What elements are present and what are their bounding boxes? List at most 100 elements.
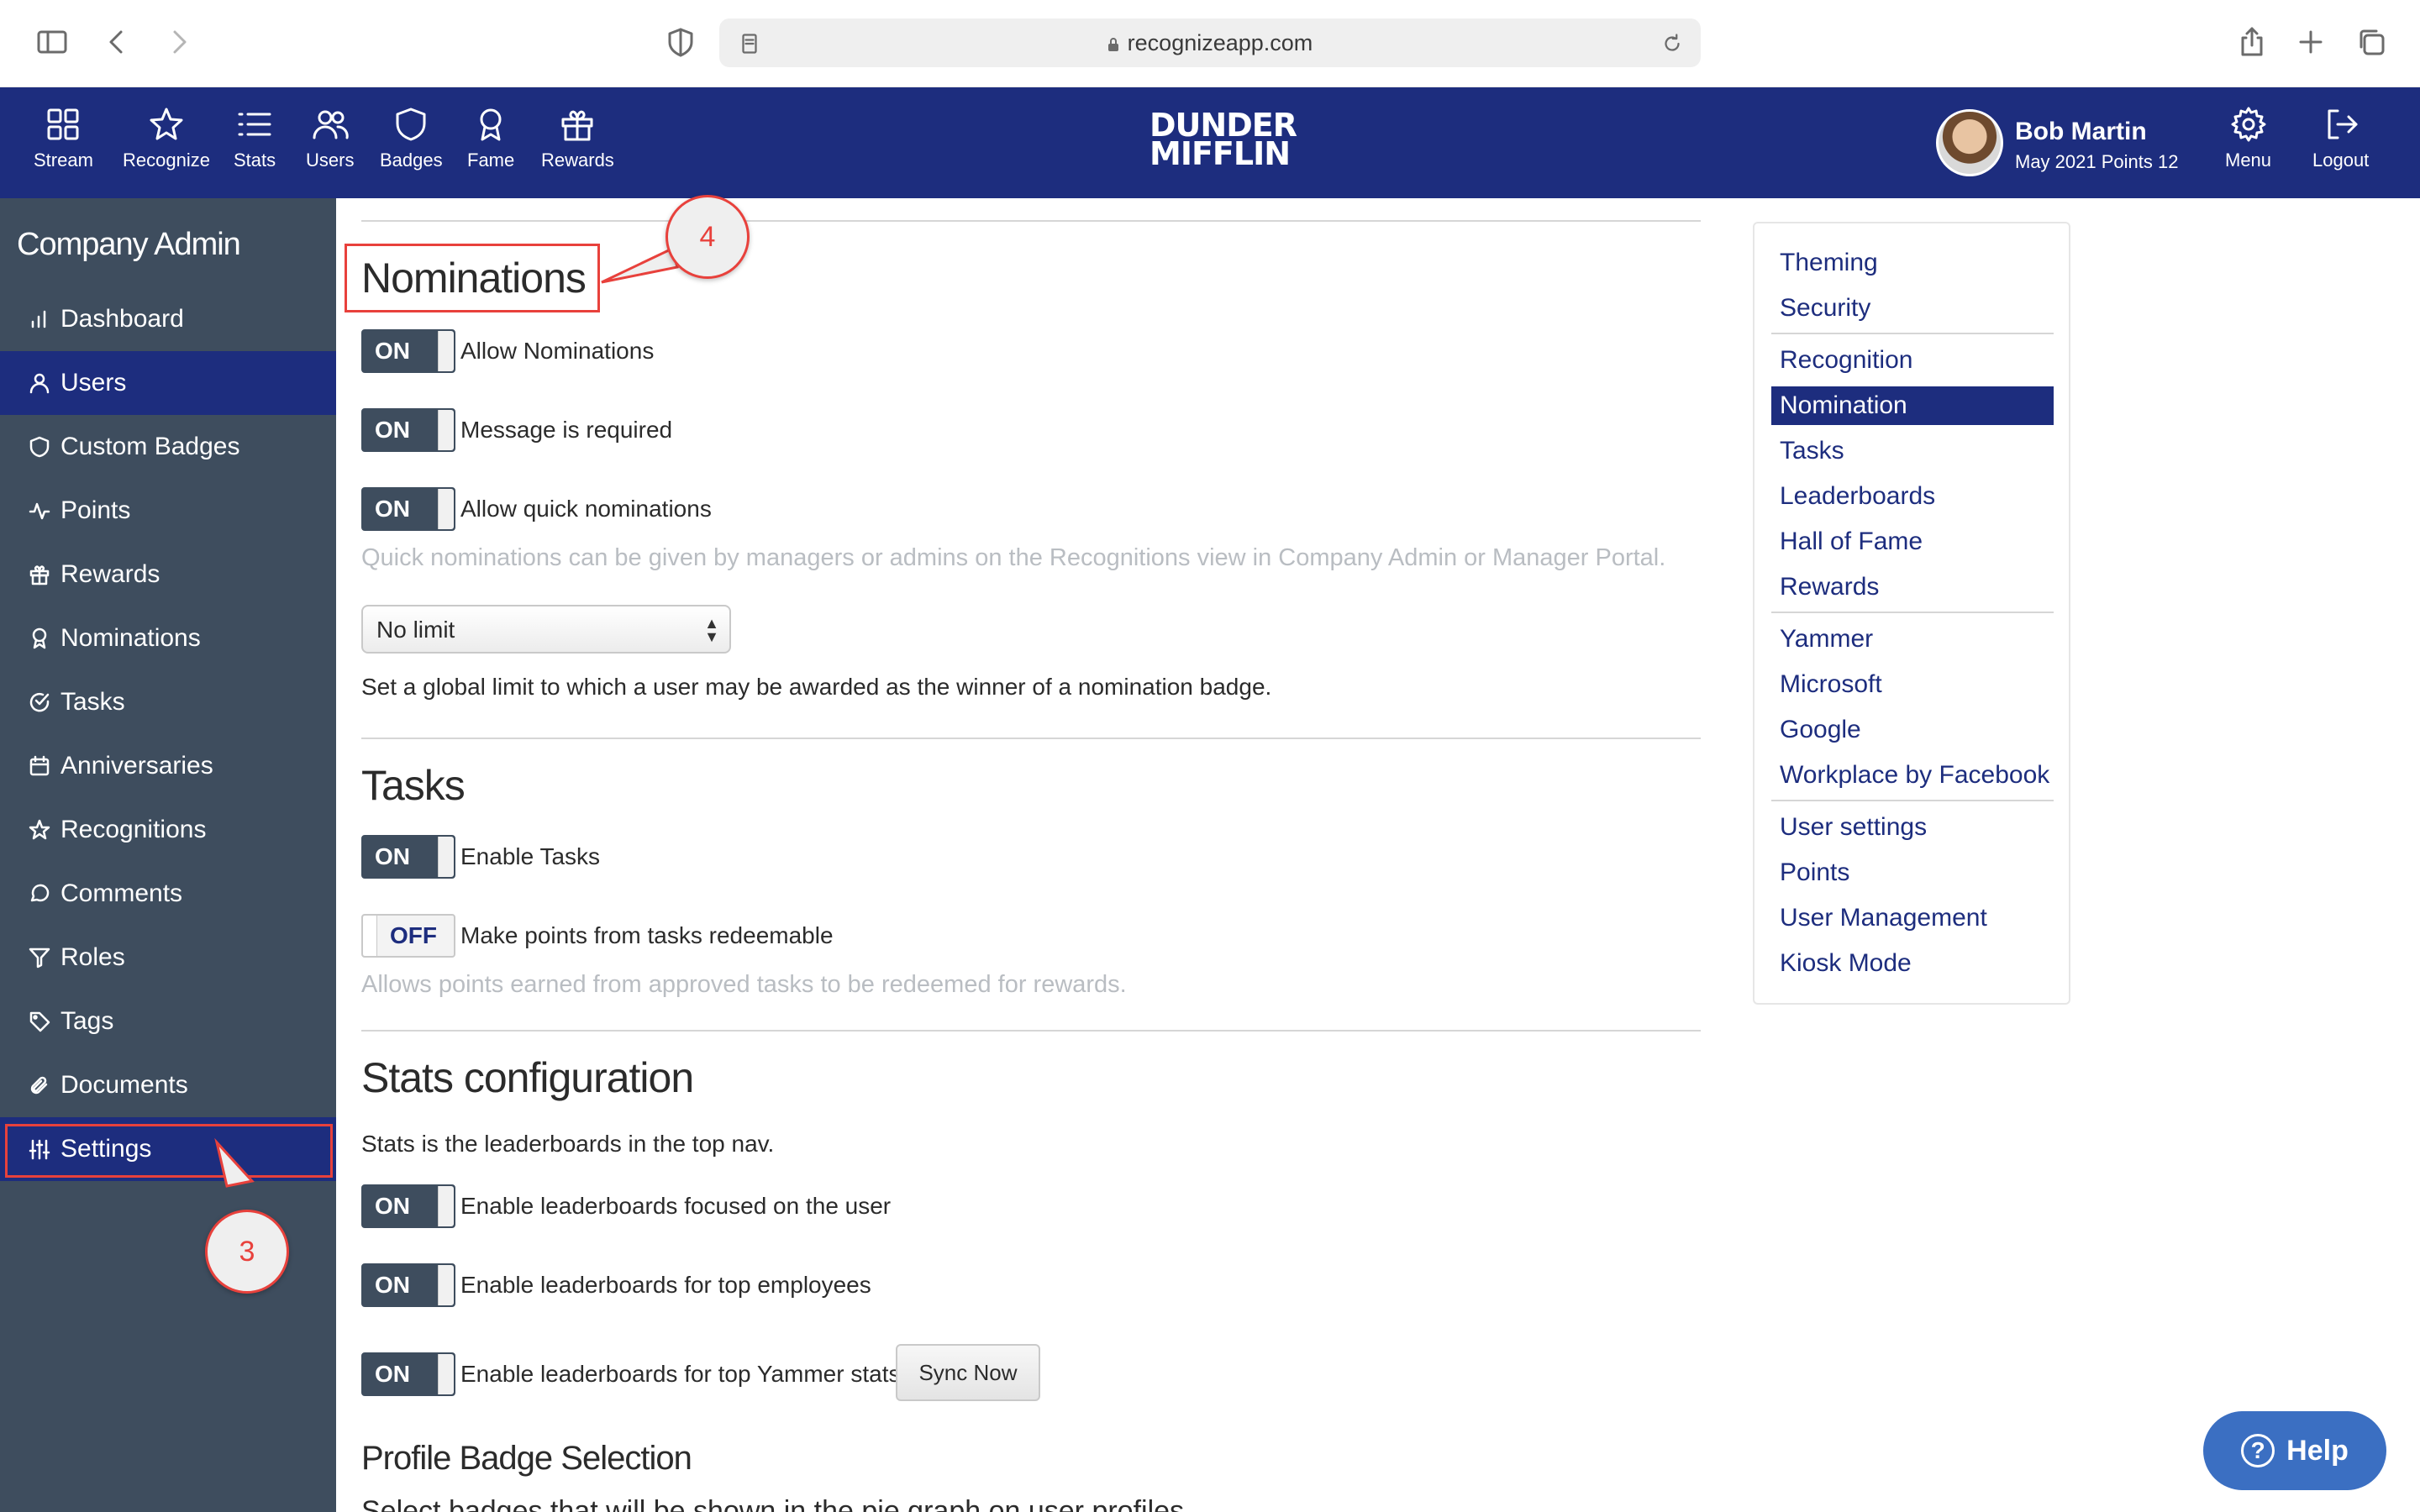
settings-nav-recognition[interactable]: Recognition xyxy=(1771,341,2054,380)
url-bar[interactable]: recognizeapp.com xyxy=(719,18,1701,67)
sidebar-item-label: Comments xyxy=(60,879,183,907)
settings-nav-workplace-by-facebook[interactable]: Workplace by Facebook xyxy=(1771,756,2054,795)
back-icon[interactable] xyxy=(97,22,138,62)
tasks-redeemable-toggle[interactable]: OFF xyxy=(361,914,455,958)
url-display: recognizeapp.com xyxy=(719,30,1701,56)
settings-nav-user-management[interactable]: User Management xyxy=(1771,899,2054,937)
sidebar-item-anniversaries[interactable]: Anniversaries xyxy=(0,734,336,798)
lock-icon xyxy=(1107,38,1118,51)
select-value: No limit xyxy=(376,617,455,643)
dunder-mifflin-logo[interactable]: DUNDER MIFFLIN xyxy=(1150,109,1297,172)
settings-nav-user-settings[interactable]: User settings xyxy=(1771,808,2054,847)
settings-nav-theming[interactable]: Theming xyxy=(1771,244,2054,282)
nav-label: Rewards xyxy=(541,150,614,171)
quick-nominations-label: Allow quick nominations xyxy=(460,496,712,522)
new-tab-icon[interactable] xyxy=(2291,22,2331,62)
award-icon xyxy=(32,627,47,649)
nomination-limit-help: Set a global limit to which a user may b… xyxy=(361,674,1272,700)
share-icon[interactable] xyxy=(2232,22,2272,62)
nav-fame[interactable]: Fame xyxy=(467,106,514,186)
quick-nominations-help: Quick nominations can be given by manage… xyxy=(361,544,1666,571)
sidebar-item-roles[interactable]: Roles xyxy=(0,926,336,990)
reload-icon[interactable] xyxy=(1652,24,1692,64)
nav-badges[interactable]: Badges xyxy=(380,106,443,186)
settings-nav-google[interactable]: Google xyxy=(1771,711,2054,749)
nav-users[interactable]: Users xyxy=(306,106,354,186)
message-required-toggle[interactable]: ON xyxy=(361,408,455,452)
nav-label: Badges xyxy=(380,150,443,171)
nomination-limit-select[interactable]: No limit ▲ ▼ xyxy=(361,605,731,654)
stats-config-desc: Stats is the leaderboards in the top nav… xyxy=(361,1131,775,1157)
settings-nav-tasks[interactable]: Tasks xyxy=(1771,432,2054,470)
divider xyxy=(361,220,1701,222)
settings-nav-leaderboards[interactable]: Leaderboards xyxy=(1771,477,2054,516)
allow-nominations-label: Allow Nominations xyxy=(460,338,655,364)
tab-overview-icon[interactable] xyxy=(2351,22,2391,62)
gear-icon xyxy=(2231,107,2266,142)
sidebar-item-recognitions[interactable]: Recognitions xyxy=(0,798,336,862)
nav-label: Logout xyxy=(2312,150,2370,171)
tasks-redeemable-label: Make points from tasks redeemable xyxy=(460,922,834,948)
settings-nav-hall-of-fame[interactable]: Hall of Fame xyxy=(1771,522,2054,561)
settings-nav-yammer[interactable]: Yammer xyxy=(1771,620,2054,659)
award-icon xyxy=(480,108,502,141)
enable-tasks-toggle[interactable]: ON xyxy=(361,835,455,879)
sidebar-item-label: Rewards xyxy=(60,560,160,588)
logo-line: MIFFLIN xyxy=(1150,135,1291,172)
settings-nav-nomination[interactable]: Nomination xyxy=(1771,386,2054,425)
sidebar-item-label: Tasks xyxy=(60,688,125,716)
logout-icon xyxy=(2328,109,2358,139)
nav-recognize[interactable]: Recognize xyxy=(123,106,210,186)
settings-nav-microsoft[interactable]: Microsoft xyxy=(1771,665,2054,704)
yammer-stats-toggle[interactable]: ON xyxy=(361,1352,455,1396)
settings-nav-kiosk-mode[interactable]: Kiosk Mode xyxy=(1771,944,2054,983)
user-leaderboards-toggle[interactable]: ON xyxy=(361,1184,455,1228)
nav-label: Menu xyxy=(2225,150,2272,171)
nav-stats[interactable]: Stats xyxy=(234,106,276,186)
forward-icon[interactable] xyxy=(158,22,198,62)
check-circle-icon xyxy=(29,692,50,712)
sidebar-item-nominations[interactable]: Nominations xyxy=(0,606,336,670)
quick-nominations-toggle[interactable]: ON xyxy=(361,487,455,531)
sidebar-item-comments[interactable]: Comments xyxy=(0,862,336,926)
sidebar-item-custom-badges[interactable]: Custom Badges xyxy=(0,415,336,479)
filter-icon xyxy=(29,948,50,969)
sidebar-item-users[interactable]: Users xyxy=(0,351,336,415)
gift-icon xyxy=(561,110,593,141)
top-employees-toggle[interactable]: ON xyxy=(361,1263,455,1307)
sync-now-button[interactable]: Sync Now xyxy=(896,1344,1040,1401)
star-icon xyxy=(29,819,50,840)
nav-logout[interactable]: Logout xyxy=(2312,106,2369,186)
nav-label: Recognize xyxy=(123,150,210,171)
avatar[interactable] xyxy=(1936,109,2003,176)
allow-nominations-toggle[interactable]: ON xyxy=(361,329,455,373)
sidebar-item-documents[interactable]: Documents xyxy=(0,1053,336,1117)
sidebar-item-tasks[interactable]: Tasks xyxy=(0,670,336,734)
sidebar-item-label: Recognitions xyxy=(60,816,207,843)
sidebar-item-label: Roles xyxy=(60,943,125,971)
nav-stream[interactable]: Stream xyxy=(34,106,93,186)
paperclip-icon xyxy=(30,1076,48,1095)
divider xyxy=(1771,800,2054,801)
help-button[interactable]: ? Help xyxy=(2203,1411,2386,1490)
bar-chart-icon xyxy=(31,310,46,328)
nav-menu[interactable]: Menu xyxy=(2225,106,2271,186)
settings-navigation: Theming Security Recognition Nomination … xyxy=(1753,222,2070,1005)
settings-nav-security[interactable]: Security xyxy=(1771,289,2054,328)
sidebar-toggle-icon[interactable] xyxy=(32,22,72,62)
sidebar-item-label: Dashboard xyxy=(60,305,184,333)
sidebar-item-label: Users xyxy=(60,369,127,396)
settings-nav-points[interactable]: Points xyxy=(1771,853,2054,892)
nav-rewards[interactable]: Rewards xyxy=(541,106,614,186)
top-navigation: Stream Recognize Stats Users Badges Fame… xyxy=(0,87,2420,198)
user-name[interactable]: Bob Martin xyxy=(2015,118,2147,146)
privacy-shield-icon[interactable] xyxy=(660,22,701,62)
settings-nav-rewards[interactable]: Rewards xyxy=(1771,568,2054,606)
users-icon xyxy=(313,110,349,139)
sidebar-item-dashboard[interactable]: Dashboard xyxy=(0,287,336,351)
sidebar-item-points[interactable]: Points xyxy=(0,479,336,543)
sidebar-item-tags[interactable]: Tags xyxy=(0,990,336,1053)
step-3-callout: 3 xyxy=(205,1210,289,1294)
sidebar-item-label: Documents xyxy=(60,1071,188,1099)
sidebar-item-rewards[interactable]: Rewards xyxy=(0,543,336,606)
